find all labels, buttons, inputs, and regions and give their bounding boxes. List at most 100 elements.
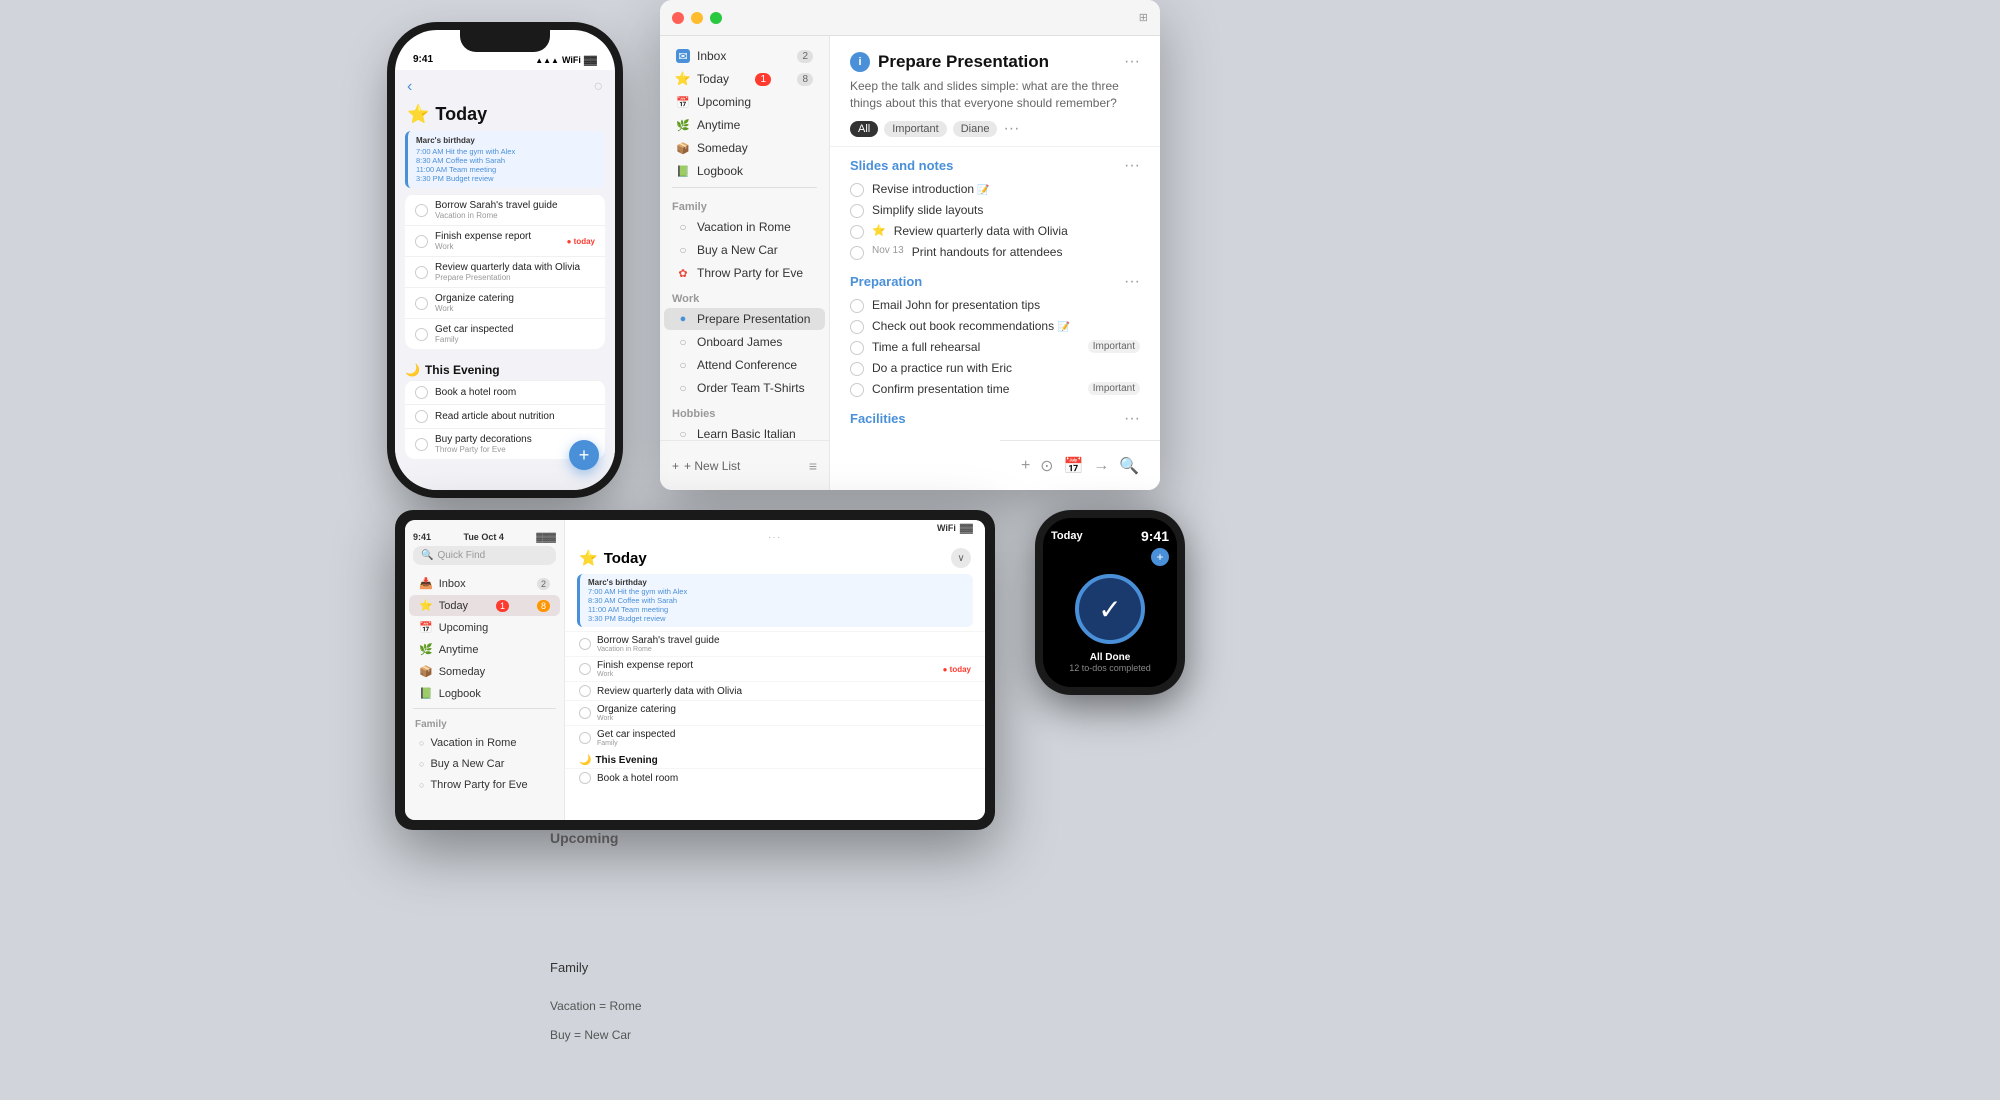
email-john-checkbox[interactable] <box>850 299 864 313</box>
ipad-task-finish-expense: Finish expense report Work ● today <box>565 656 985 681</box>
ipad-status-bar: 9:41 Tue Oct 4 ▓▓▓ <box>405 528 564 546</box>
ipad-logbook-icon: 📗 <box>419 687 433 700</box>
iphone-nav-done[interactable]: ○ <box>593 78 603 96</box>
ipad-sidebar-vacation-rome[interactable]: ○ Vacation in Rome <box>409 733 560 753</box>
iphone-today-header: ⭐ Today <box>395 100 615 131</box>
sidebar-item-inbox[interactable]: ✉ Inbox 2 <box>664 45 825 67</box>
inbox-badge: 2 <box>797 50 813 63</box>
ipad-sidebar-throw-party[interactable]: ○ Throw Party for Eve <box>409 775 560 795</box>
confirm-time-checkbox[interactable] <box>850 383 864 397</box>
review-quarterly-checkbox[interactable] <box>850 225 864 239</box>
ipad-finish-expense-check[interactable] <box>579 663 591 675</box>
sidebar-item-anytime[interactable]: 🌿 Anytime <box>664 114 825 136</box>
maximize-button[interactable] <box>710 12 722 24</box>
book-recs-checkbox[interactable] <box>850 320 864 334</box>
sidebar-item-buy-car[interactable]: ○ Buy a New Car <box>664 239 825 261</box>
iphone-fab-button[interactable]: + <box>569 440 599 470</box>
slides-section-more[interactable]: ··· <box>1124 157 1140 175</box>
add-task-icon[interactable]: + <box>1021 457 1030 475</box>
ipad-today-icon: ⭐ <box>419 599 433 612</box>
tag-important[interactable]: Important <box>884 121 946 137</box>
prepare-pres-icon: ● <box>676 312 690 326</box>
sidebar-item-throw-party[interactable]: ✿ Throw Party for Eve <box>664 262 825 284</box>
ipad-organize-catering-check[interactable] <box>579 707 591 719</box>
ipad: 9:41 Tue Oct 4 ▓▓▓ 🔍 Quick Find 📥 Inbox … <box>395 510 995 830</box>
task-options-button[interactable]: ··· <box>1124 53 1140 71</box>
ipad-sidebar-upcoming[interactable]: 📅 Upcoming <box>409 617 560 638</box>
close-button[interactable] <box>672 12 684 24</box>
watch-add-button[interactable]: + <box>1151 548 1169 566</box>
cal-event-4: 3:30 PM Budget review <box>416 174 597 183</box>
cal-event-3: 11:00 AM Team meeting <box>416 165 597 174</box>
mac-sidebar: ✉ Inbox 2 ⭐ Today 1 8 📅 Upcoming 🌿 Anyti… <box>660 36 830 440</box>
finish-expense-check[interactable] <box>415 235 428 248</box>
book-hotel-check[interactable] <box>415 386 428 399</box>
tag-more[interactable]: ··· <box>1003 120 1019 138</box>
practice-eric-checkbox[interactable] <box>850 362 864 376</box>
search-icon[interactable]: 🔍 <box>1119 456 1139 476</box>
read-nutrition-check[interactable] <box>415 410 428 423</box>
sidebar-item-today[interactable]: ⭐ Today 1 8 <box>664 68 825 90</box>
ipad-sidebar-someday[interactable]: 📦 Someday <box>409 661 560 682</box>
navigate-icon[interactable]: ⊙ <box>1040 456 1053 476</box>
ipad-review-quarterly-check[interactable] <box>579 685 591 697</box>
ipad-sidebar-inbox[interactable]: 📥 Inbox 2 <box>409 573 560 594</box>
onboard-james-icon: ○ <box>676 335 690 349</box>
throw-party-icon: ✿ <box>676 266 690 280</box>
sidebar-item-logbook[interactable]: 📗 Logbook <box>664 160 825 182</box>
ipad-section-family: Family <box>405 713 564 732</box>
arrow-right-icon[interactable]: → <box>1093 457 1109 475</box>
ipad-sidebar-anytime[interactable]: 🌿 Anytime <box>409 639 560 660</box>
review-quarterly-check[interactable] <box>415 266 428 279</box>
facilities-section-more[interactable]: ··· <box>1124 410 1140 428</box>
ipad-get-car-check[interactable] <box>579 732 591 744</box>
iphone-notch <box>460 30 550 52</box>
borrow-guide-check[interactable] <box>415 204 428 217</box>
ipad-borrow-guide-check[interactable] <box>579 638 591 650</box>
sidebar-item-italian[interactable]: ○ Learn Basic Italian <box>664 423 825 440</box>
tag-all[interactable]: All <box>850 121 878 137</box>
sidebar-item-order-tshirts[interactable]: ○ Order Team T-Shirts <box>664 377 825 399</box>
task-info-icon: i <box>850 52 870 72</box>
iphone-task-review-quarterly: Review quarterly data with Olivia Prepar… <box>405 256 605 287</box>
ipad-finish-expense-badge: ● today <box>943 665 971 674</box>
get-car-inspected-info: Get car inspected Family <box>435 324 595 344</box>
task-title: Prepare Presentation <box>878 52 1116 72</box>
ipad-cal-event-4: 3:30 PM Budget review <box>588 614 965 623</box>
ipad-sidebar-today[interactable]: ⭐ Today 1 8 <box>409 595 560 616</box>
organize-catering-check[interactable] <box>415 297 428 310</box>
evening-section-title: This Evening <box>425 363 500 377</box>
sidebar-item-vacation-rome[interactable]: ○ Vacation in Rome <box>664 216 825 238</box>
task-item-simplify-layouts: Simplify slide layouts <box>830 200 1160 221</box>
ipad-collapse-button[interactable]: ∨ <box>951 548 971 568</box>
preparation-section-more[interactable]: ··· <box>1124 273 1140 291</box>
new-list-button[interactable]: + + New List ≡ <box>660 440 830 490</box>
iphone-time: 9:41 <box>413 54 433 65</box>
book-hotel-info: Book a hotel room <box>435 387 595 398</box>
iphone-back-button[interactable]: ‹ <box>407 78 412 96</box>
tag-diane[interactable]: Diane <box>953 121 998 137</box>
ipad-book-hotel-check[interactable] <box>579 772 591 784</box>
sidebar-item-upcoming[interactable]: 📅 Upcoming <box>664 91 825 113</box>
task-description: Keep the talk and slides simple: what ar… <box>850 78 1140 112</box>
calendar-icon[interactable]: 📅 <box>1063 456 1083 476</box>
ipad-sidebar-buy-car[interactable]: ○ Buy a New Car <box>409 754 560 774</box>
sidebar-item-prepare-pres[interactable]: ● Prepare Presentation <box>664 308 825 330</box>
get-car-inspected-check[interactable] <box>415 328 428 341</box>
minimize-button[interactable] <box>691 12 703 24</box>
simplify-layouts-checkbox[interactable] <box>850 204 864 218</box>
ipad-search[interactable]: 🔍 Quick Find <box>413 546 556 565</box>
print-handouts-checkbox[interactable] <box>850 246 864 260</box>
sidebar-item-attend-conf[interactable]: ○ Attend Conference <box>664 354 825 376</box>
filter-icon[interactable]: ≡ <box>809 458 817 474</box>
task-item-rehearsal: Time a full rehearsal Important <box>830 337 1160 358</box>
rehearsal-checkbox[interactable] <box>850 341 864 355</box>
ipad-sidebar-logbook[interactable]: 📗 Logbook <box>409 683 560 704</box>
ipad-someday-icon: 📦 <box>419 665 433 678</box>
revise-intro-checkbox[interactable] <box>850 183 864 197</box>
sidebar-item-onboard-james[interactable]: ○ Onboard James <box>664 331 825 353</box>
ipad-upcoming-icon: 📅 <box>419 621 433 634</box>
fullscreen-icon[interactable]: ⊞ <box>1139 11 1148 24</box>
buy-decorations-check[interactable] <box>415 438 428 451</box>
sidebar-item-someday[interactable]: 📦 Someday <box>664 137 825 159</box>
